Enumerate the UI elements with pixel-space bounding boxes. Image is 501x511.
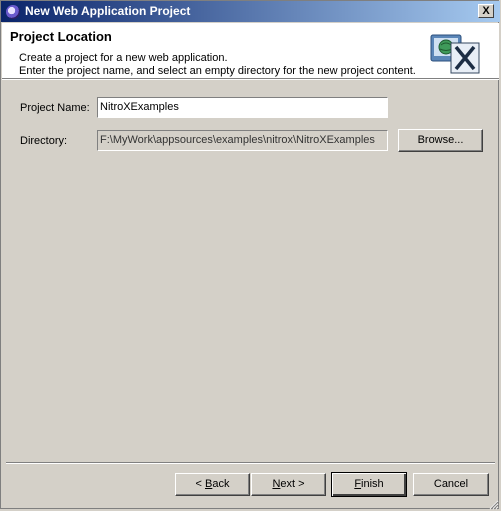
next-rest: ext > [280, 478, 305, 490]
resize-grip-icon[interactable] [487, 498, 499, 510]
close-icon: X [482, 5, 490, 17]
back-button[interactable]: < Back [175, 473, 250, 496]
finish-button[interactable]: Finish [331, 472, 407, 497]
project-name-input[interactable]: NitroXExamples [97, 97, 388, 118]
description-line-2: Enter the project name, and select an em… [19, 65, 416, 77]
project-name-label: Project Name: [20, 102, 90, 114]
footer-separator [6, 462, 495, 464]
wizard-header: Project Location Create a project for a … [2, 23, 499, 79]
wizard-dialog: New Web Application Project X Project Lo… [0, 0, 500, 510]
finish-rest: inish [361, 478, 384, 490]
title-bar[interactable]: New Web Application Project X [1, 1, 500, 22]
close-button[interactable]: X [478, 4, 494, 18]
cancel-button[interactable]: Cancel [413, 473, 489, 496]
page-title: Project Location [10, 29, 112, 44]
description-line-1: Create a project for a new web applicati… [19, 52, 228, 64]
directory-field[interactable]: F:\MyWork\appsources\examples\nitrox\Nit… [97, 130, 388, 151]
web-project-wizard-icon [430, 34, 480, 74]
window-title: New Web Application Project [25, 4, 191, 18]
back-prefix: < [195, 478, 205, 490]
page-description: Create a project for a new web applicati… [19, 52, 416, 78]
next-button[interactable]: Next > [251, 473, 326, 496]
browse-button[interactable]: Browse... [398, 129, 483, 152]
eclipse-app-icon [6, 5, 20, 19]
header-separator [2, 79, 499, 80]
back-rest: ack [212, 478, 230, 490]
directory-label: Directory: [20, 135, 68, 147]
